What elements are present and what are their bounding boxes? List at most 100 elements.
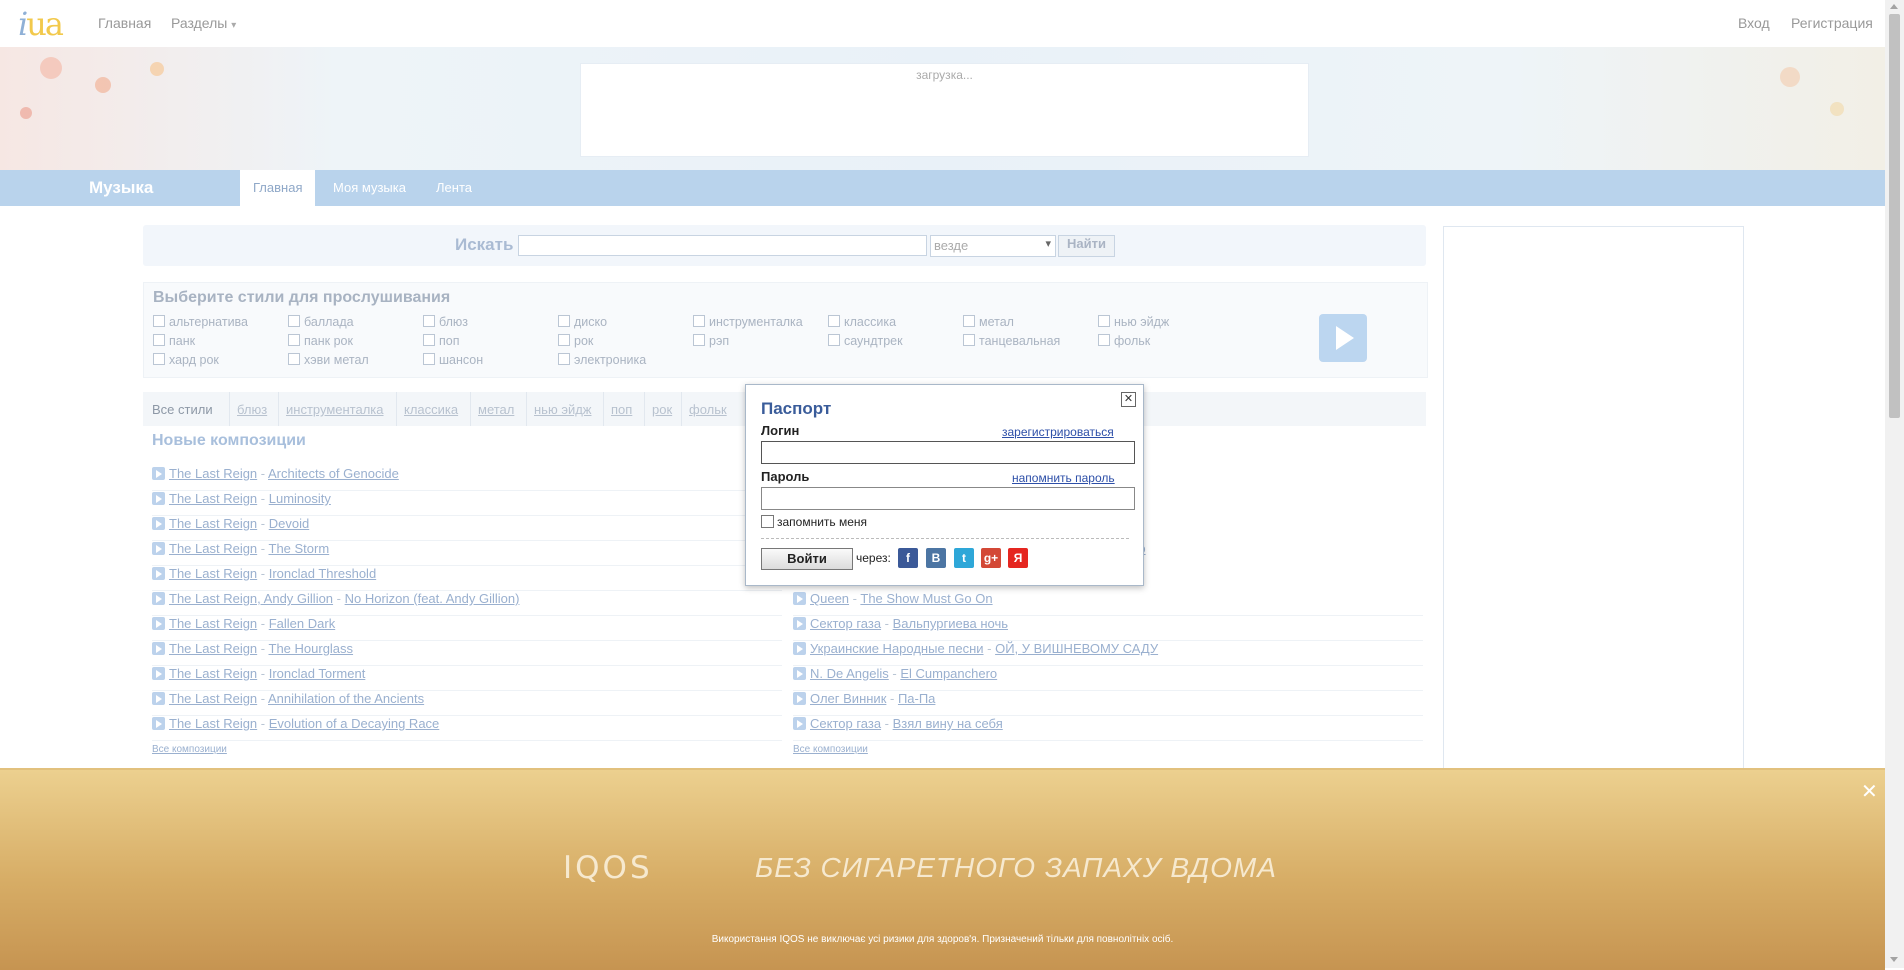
style-checkbox[interactable]: баллада <box>288 315 354 329</box>
style-tab[interactable]: инструменталка <box>286 402 384 417</box>
style-checkbox[interactable]: электроника <box>558 353 646 367</box>
style-checkbox[interactable]: метал <box>963 315 1014 329</box>
scroll-down-icon[interactable] <box>1890 957 1898 962</box>
search-input[interactable] <box>518 235 927 256</box>
all-compositions-link-left[interactable]: Все композиции <box>152 744 227 755</box>
style-checkbox[interactable]: саундтрек <box>828 334 903 348</box>
track-title-link[interactable]: Evolution of a Decaying Race <box>269 716 440 731</box>
play-icon[interactable] <box>152 717 165 730</box>
track-title-link[interactable]: Взял вину на себя <box>893 716 1003 731</box>
track-artist-link[interactable]: The Last Reign <box>169 691 257 706</box>
style-checkbox[interactable]: рок <box>558 334 593 348</box>
track-title-link[interactable]: The Storm <box>269 541 330 556</box>
play-icon[interactable] <box>152 567 165 580</box>
play-icon[interactable] <box>152 467 165 480</box>
track-title-link[interactable]: No Horizon (feat. Andy Gillion) <box>345 591 520 606</box>
style-checkbox[interactable]: нью эйдж <box>1098 315 1169 329</box>
track-artist-link[interactable]: Олег Винник <box>810 691 886 706</box>
register-link[interactable]: Регистрация <box>1791 15 1873 31</box>
track-artist-link[interactable]: The Last Reign <box>169 566 257 581</box>
track-artist-link[interactable]: The Last Reign <box>169 641 257 656</box>
scrollbar-thumb[interactable] <box>1889 14 1900 418</box>
track-title-link[interactable]: Ironclad Threshold <box>269 566 376 581</box>
track-artist-link[interactable]: Сектор газа <box>810 716 881 731</box>
style-checkbox[interactable]: блюз <box>423 315 468 329</box>
close-icon[interactable]: ✕ <box>1861 779 1878 804</box>
password-field[interactable] <box>761 487 1135 510</box>
track-title-link[interactable]: Fallen Dark <box>269 616 335 631</box>
track-artist-link[interactable]: The Last Reign <box>169 466 257 481</box>
site-logo[interactable]: iua <box>18 5 64 43</box>
search-scope-select[interactable]: везде ▾ <box>930 235 1056 257</box>
play-icon[interactable] <box>152 517 165 530</box>
track-artist-link[interactable]: The Last Reign <box>169 516 257 531</box>
track-artist-link[interactable]: The Last Reign, Andy Gillion <box>169 591 333 606</box>
track-artist-link[interactable]: Украинские Народные песни <box>810 641 984 656</box>
style-tab[interactable]: блюз <box>237 402 267 417</box>
tab-main[interactable]: Главная <box>240 170 316 206</box>
page-scrollbar[interactable] <box>1885 0 1904 968</box>
play-icon[interactable] <box>152 692 165 705</box>
style-checkbox[interactable]: шансон <box>423 353 483 367</box>
style-checkbox[interactable]: диско <box>558 315 607 329</box>
play-icon[interactable] <box>793 667 806 680</box>
play-icon[interactable] <box>152 617 165 630</box>
login-submit-button[interactable]: Войти <box>761 548 853 570</box>
track-artist-link[interactable]: The Last Reign <box>169 541 257 556</box>
yandex-icon[interactable]: Я <box>1008 548 1028 568</box>
track-title-link[interactable]: The Hourglass <box>269 641 354 656</box>
twitter-icon[interactable]: t <box>954 548 974 568</box>
facebook-icon[interactable]: f <box>898 548 918 568</box>
close-icon[interactable]: ✕ <box>1121 392 1136 407</box>
track-artist-link[interactable]: The Last Reign <box>169 616 257 631</box>
track-artist-link[interactable]: The Last Reign <box>169 716 257 731</box>
style-checkbox[interactable]: танцевальная <box>963 334 1060 348</box>
scroll-up-icon[interactable] <box>1890 4 1898 9</box>
vk-icon[interactable]: B <box>926 548 946 568</box>
play-icon[interactable] <box>793 642 806 655</box>
search-button[interactable]: Найти <box>1058 235 1115 257</box>
tab-my-music[interactable]: Моя музыка <box>320 170 419 206</box>
style-checkbox[interactable]: хэви метал <box>288 353 369 367</box>
track-title-link[interactable]: Па-Па <box>898 691 935 706</box>
remember-me-checkbox[interactable]: запомнить меня <box>761 515 867 529</box>
style-checkbox[interactable]: фольк <box>1098 334 1150 348</box>
remind-password-link[interactable]: напомнить пароль <box>1012 471 1115 485</box>
google-plus-icon[interactable]: g+ <box>981 548 1001 568</box>
nav-home-link[interactable]: Главная <box>98 15 151 31</box>
track-title-link[interactable]: El Cumpanchero <box>900 666 997 681</box>
track-artist-link[interactable]: Queen <box>810 591 849 606</box>
track-title-link[interactable]: Devoid <box>269 516 309 531</box>
play-icon[interactable] <box>152 492 165 505</box>
style-tab[interactable]: рок <box>652 402 672 417</box>
bottom-ad-banner[interactable]: ✕ IQOS БЕЗ СИГАРЕТНОГО ЗАПАХУ ВДОМА Вико… <box>0 768 1885 970</box>
track-title-link[interactable]: Annihilation of the Ancients <box>268 691 424 706</box>
track-title-link[interactable]: Ironclad Torment <box>269 666 366 681</box>
play-icon[interactable] <box>152 667 165 680</box>
track-title-link[interactable]: Вальпургиева ночь <box>893 616 1008 631</box>
play-icon[interactable] <box>793 617 806 630</box>
style-tab[interactable]: классика <box>404 402 458 417</box>
track-title-link[interactable]: Architects of Genocide <box>268 466 399 481</box>
style-tab[interactable]: Все стили <box>152 402 213 417</box>
play-icon[interactable] <box>152 592 165 605</box>
style-checkbox[interactable]: панк <box>153 334 195 348</box>
track-title-link[interactable]: ОЙ, У ВИШНЕВОМУ САДУ <box>995 641 1158 656</box>
track-artist-link[interactable]: The Last Reign <box>169 491 257 506</box>
style-checkbox[interactable]: рэп <box>693 334 729 348</box>
play-icon[interactable] <box>152 642 165 655</box>
style-checkbox[interactable]: классика <box>828 315 896 329</box>
play-icon[interactable] <box>793 692 806 705</box>
style-checkbox[interactable]: хард рок <box>153 353 219 367</box>
track-artist-link[interactable]: The Last Reign <box>169 666 257 681</box>
style-tab[interactable]: нью эйдж <box>534 402 592 417</box>
style-tab[interactable]: метал <box>478 402 514 417</box>
style-tab[interactable]: поп <box>611 402 632 417</box>
register-link[interactable]: зарегистрироваться <box>1002 425 1114 439</box>
track-artist-link[interactable]: Сектор газа <box>810 616 881 631</box>
play-icon[interactable] <box>793 717 806 730</box>
login-link[interactable]: Вход <box>1738 15 1770 31</box>
play-icon[interactable] <box>793 592 806 605</box>
style-checkbox[interactable]: поп <box>423 334 460 348</box>
style-checkbox[interactable]: инструменталка <box>693 315 803 329</box>
